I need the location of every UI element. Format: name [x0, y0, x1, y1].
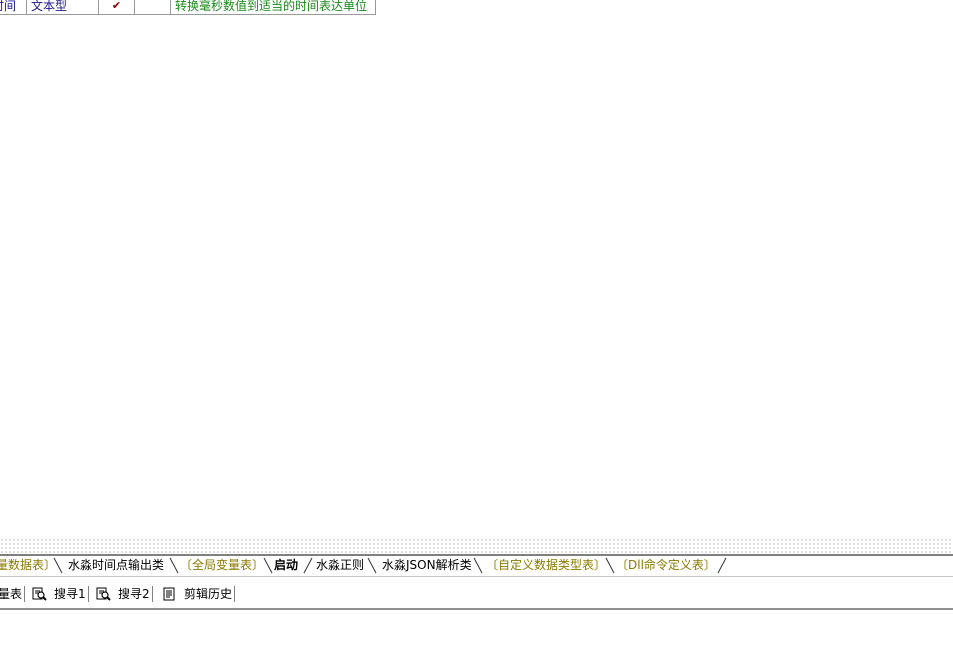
- tab-separator-icon: [605, 557, 615, 574]
- output-panel-toolbar: 量表 搜寻1 搜寻2 剪辑历史: [0, 580, 953, 610]
- tab-separator-icon: [53, 557, 63, 574]
- tab-separator-icon: [717, 557, 727, 574]
- tab-custom-types[interactable]: 〔自定义数据类型表〕: [486, 558, 606, 573]
- panel-splitter[interactable]: [0, 538, 953, 554]
- output-panel-content[interactable]: [0, 610, 953, 652]
- tab-separator-icon: [303, 557, 313, 574]
- document-tab-bar: 量数据表〕 水淼时间点输出类 〔全局变量表〕 启动 水淼正则 水淼JSON解析类…: [0, 554, 953, 577]
- search-doc-icon: [96, 587, 111, 601]
- panel-tab-search1[interactable]: 搜寻1: [32, 586, 86, 602]
- param-type-cell[interactable]: 文本型: [27, 0, 99, 14]
- param-name-cell[interactable]: 时间: [0, 0, 27, 14]
- tab-separator-icon: [263, 557, 273, 574]
- tab-json-parser[interactable]: 水淼JSON解析类: [382, 558, 472, 573]
- search-doc-icon: [32, 587, 47, 601]
- panel-divider: [152, 586, 154, 602]
- panel-divider: [88, 586, 90, 602]
- panel-tab-label: 剪辑历史: [184, 587, 233, 601]
- tab-separator-icon: [169, 557, 179, 574]
- tab-global-vars[interactable]: 〔全局变量表〕: [180, 558, 264, 573]
- tab-data-table[interactable]: 量数据表〕: [0, 558, 56, 573]
- panel-divider: [24, 586, 26, 602]
- tab-time-output-class[interactable]: 水淼时间点输出类: [68, 558, 164, 573]
- panel-tab-var-table[interactable]: 量表: [0, 586, 22, 602]
- tab-separator-icon: [367, 557, 377, 574]
- panel-divider: [234, 586, 236, 602]
- panel-tab-label: 量表: [0, 587, 23, 601]
- code-table-row: 时间 文本型 ✔ 转换毫秒数值到适当的时间表达单位: [0, 0, 376, 15]
- param-optional-cell[interactable]: [135, 0, 171, 14]
- panel-tab-search2[interactable]: 搜寻2: [96, 586, 150, 602]
- panel-tab-clip-history[interactable]: 剪辑历史: [162, 586, 232, 602]
- tab-separator-icon: [473, 557, 483, 574]
- panel-tab-label: 搜寻2: [118, 587, 150, 601]
- code-editor-area[interactable]: [0, 15, 953, 538]
- panel-tab-label: 搜寻1: [54, 587, 86, 601]
- clipboard-history-icon: [163, 587, 175, 601]
- param-note-cell[interactable]: 转换毫秒数值到适当的时间表达单位: [171, 0, 375, 14]
- tab-startup[interactable]: 启动: [274, 558, 298, 573]
- tab-dll-commands[interactable]: 〔Dll命令定义表〕: [616, 558, 716, 573]
- tab-regex[interactable]: 水淼正则: [316, 558, 364, 573]
- param-ref-check-cell[interactable]: ✔: [99, 0, 135, 14]
